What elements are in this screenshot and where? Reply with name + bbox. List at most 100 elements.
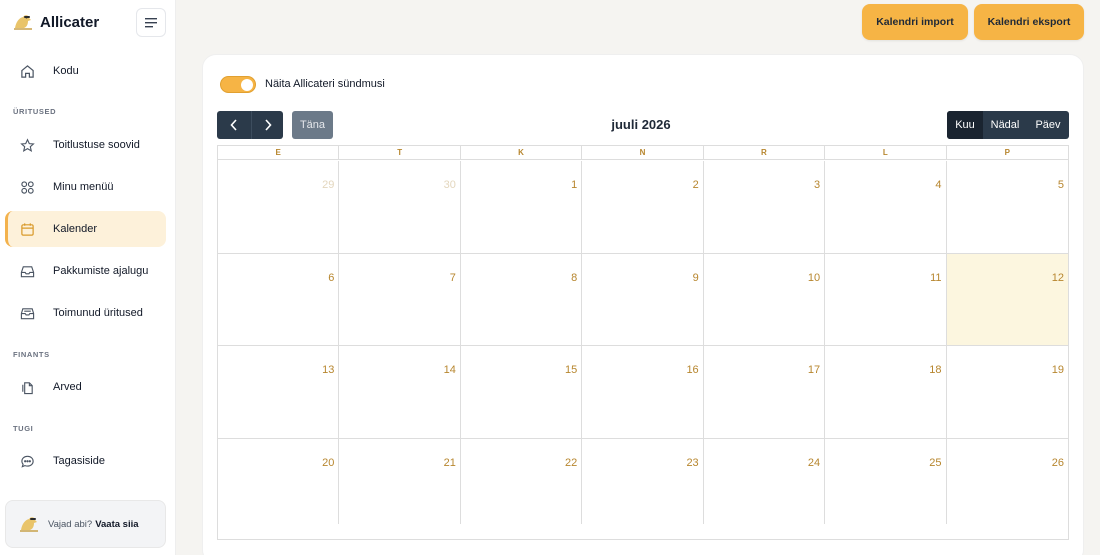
weekday-label: E [218,146,340,160]
day-cell[interactable]: 11 [825,253,947,346]
day-number: 26 [1051,456,1064,469]
sidebar-item-label: Kodu [53,65,79,77]
help-text: Vajad abi? [48,518,93,530]
day-cell[interactable]: 26 [947,439,1068,524]
show-events-toggle[interactable] [220,75,256,93]
day-cell[interactable]: 23 [582,438,704,524]
today-button[interactable]: Täna [292,111,333,139]
day-number: 29 [322,179,335,191]
day-cell[interactable]: 29 [218,161,340,254]
day-cell[interactable]: 18 [825,346,947,439]
day-number: 9 [692,271,699,284]
day-number: 4 [935,179,942,191]
view-day-button[interactable]: Päev [1027,111,1069,139]
day-cell[interactable]: 8 [460,253,583,346]
view-month-button[interactable]: Kuu [947,111,983,139]
section-label-support: TUGI [13,424,34,433]
weekday-label: K [461,146,583,160]
weekday-label: N [582,146,704,160]
month-grid: E T K N R L P 29 30 1 2 3 4 5 6 7 8 9 10… [217,145,1069,540]
help-link[interactable]: Vaata siia [95,519,138,530]
alligator-logo-icon [14,15,32,30]
day-cell[interactable]: 5 [946,161,1068,254]
sidebar-item-offer-history[interactable]: Pakkumiste ajalugu [5,253,166,289]
day-cell[interactable]: 16 [582,346,704,439]
day-number: 14 [443,364,456,376]
day-cell[interactable]: 6 [218,253,340,346]
day-cell[interactable]: 1 [460,161,583,254]
day-number: 3 [813,179,821,191]
brand-name: Allicater [40,13,100,31]
sidebar-item-my-menu[interactable]: Minu menüü [5,169,166,205]
day-cell[interactable]: 22 [461,438,583,524]
day-number: 19 [1051,364,1064,376]
day-number: 7 [449,271,456,284]
day-number: 20 [322,456,335,469]
day-number: 24 [807,456,821,469]
day-cell[interactable]: 21 [339,438,461,524]
help-box[interactable]: Vajad abi? Vaata siia [5,500,166,548]
alligator-mascot-icon [20,517,38,532]
sidebar-item-label: Arved [53,381,82,393]
view-week-button[interactable]: Nädal [983,111,1027,139]
sidebar-item-label: Toitlustuse soovid [53,139,140,151]
day-cell[interactable]: 14 [339,346,461,439]
weekday-label: T [339,146,461,160]
home-icon [19,63,35,79]
day-number: 11 [930,271,942,284]
day-number: 8 [571,271,578,284]
day-cell[interactable]: 2 [582,161,704,254]
inbox-icon [19,263,35,279]
day-cell[interactable]: 19 [946,346,1068,439]
chevron-right-icon [264,119,272,131]
day-number: 17 [807,364,821,376]
show-allicater-events-toggle-row[interactable]: Näita Allicateri sündmusi [220,74,385,94]
day-cell[interactable]: 3 [703,161,826,254]
day-cell[interactable]: 17 [703,346,826,439]
sidebar-item-catering-requests[interactable]: Toitlustuse soovid [5,127,166,163]
menu-toggle-button[interactable] [136,8,166,37]
sidebar-item-calendar[interactable]: Kalender [5,211,166,247]
documents-icon [19,379,35,395]
view-switcher: Kuu Nädal Päev [947,111,1069,139]
brand[interactable]: Allicater [12,8,99,36]
day-cell[interactable]: 4 [825,161,947,254]
day-cell[interactable]: 25 [825,438,947,524]
weekday-label: P [1004,148,1010,157]
weekday-label: R [704,146,826,160]
day-number: 25 [929,456,942,469]
day-number: 10 [807,271,821,284]
sidebar-item-invoices[interactable]: Arved [5,369,166,405]
grid-icon [19,179,35,195]
day-number: 30 [443,179,456,191]
day-cell[interactable]: 9 [582,253,704,346]
calendar-title: juuli 2026 [611,117,671,132]
toggle-label: Näita Allicateri sündmusi [265,78,385,90]
archive-icon [19,305,35,321]
day-number: 13 [322,364,335,376]
weekday-label: L [825,146,947,160]
sidebar-item-label: Toimunud üritused [53,307,143,319]
calendar-import-button[interactable]: Kalendri import [862,4,968,40]
day-cell[interactable]: 15 [460,346,583,439]
sidebar: Allicater Kodu ÜRITUSED Toitlustuse soov… [0,0,176,555]
day-number: 6 [328,271,335,284]
sidebar-item-label: Minu menüü [53,181,114,193]
section-label-events: ÜRITUSED [13,107,57,116]
day-cell[interactable]: 20 [218,438,340,524]
day-cell[interactable]: 24 [704,438,826,524]
day-cell[interactable]: 10 [703,253,826,346]
day-cell-today[interactable]: 12 [946,253,1068,346]
sidebar-item-home[interactable]: Kodu [5,53,166,89]
calendar-export-button[interactable]: Kalendri eksport [974,4,1084,40]
toggle-knob [241,78,253,91]
next-month-button[interactable] [251,111,283,139]
sidebar-item-past-events[interactable]: Toimunud üritused [5,295,166,331]
day-number: 15 [565,364,578,376]
day-cell[interactable]: 13 [218,346,340,439]
prev-month-button[interactable] [217,111,251,139]
day-cell[interactable]: 7 [339,253,461,346]
calendar-icon [19,221,35,237]
day-cell[interactable]: 30 [339,161,461,254]
sidebar-item-feedback[interactable]: Tagasiside [5,443,166,479]
